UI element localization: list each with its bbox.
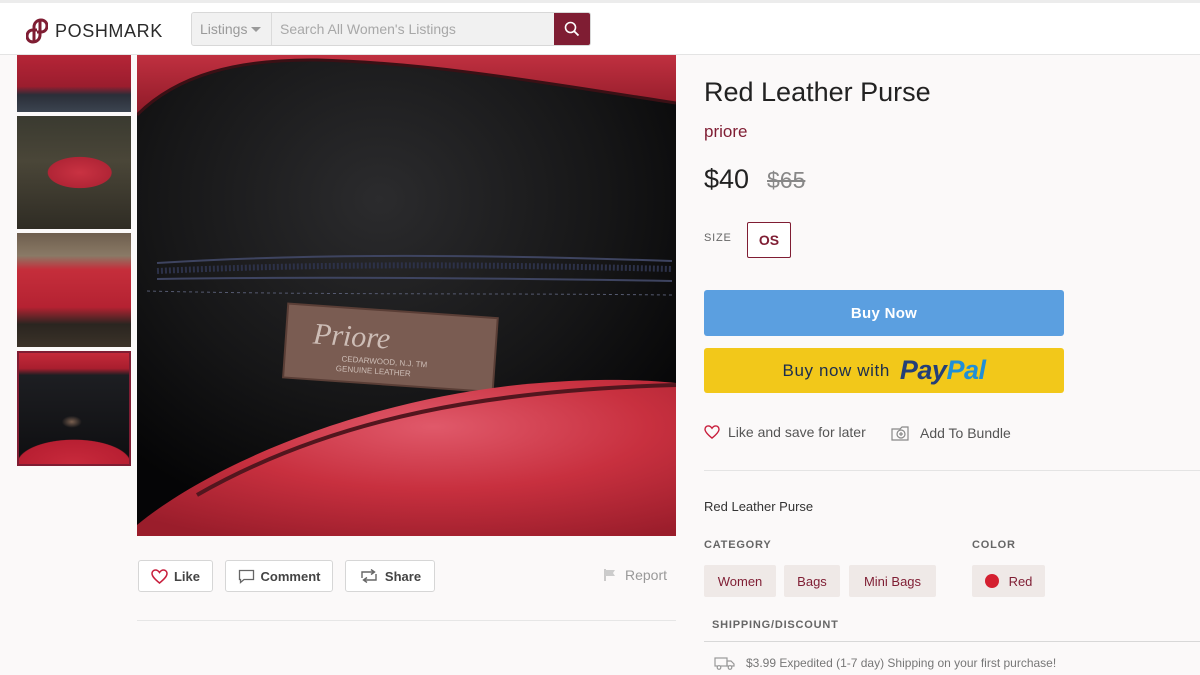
bundle-plus-icon bbox=[891, 426, 909, 441]
report-link[interactable]: Report bbox=[603, 567, 667, 583]
share-label: Share bbox=[384, 568, 422, 584]
heart-icon bbox=[704, 425, 720, 439]
heart-icon bbox=[151, 568, 168, 584]
buy-now-button[interactable]: Buy Now bbox=[704, 290, 1064, 336]
brand-link[interactable]: priore bbox=[704, 122, 747, 142]
like-label: Like bbox=[173, 568, 200, 584]
purse-interior-image: Priore CEDARWOOD, N.J. TM GENUINE LEATHE… bbox=[137, 55, 676, 536]
thumbnail-4-selected[interactable] bbox=[17, 351, 131, 466]
bundle-label: Add To Bundle bbox=[920, 425, 1011, 441]
shipping-offer: $3.99 Expedited (1-7 day) Shipping on yo… bbox=[714, 656, 1056, 670]
search-button[interactable] bbox=[554, 13, 590, 45]
paypal-prefix-label: Buy now with bbox=[782, 360, 890, 380]
color-value: Red bbox=[1008, 573, 1033, 589]
shipping-divider bbox=[704, 641, 1200, 642]
truck-icon bbox=[714, 657, 735, 670]
poshmark-logo[interactable]: POSHMARK bbox=[26, 17, 163, 45]
comment-button[interactable]: Comment bbox=[225, 560, 333, 592]
size-option-os[interactable]: OS bbox=[747, 222, 791, 258]
search-icon bbox=[564, 21, 580, 37]
top-header: POSHMARK Listings bbox=[0, 0, 1200, 55]
comment-label: Comment bbox=[260, 568, 321, 584]
share-button[interactable]: Share bbox=[345, 560, 435, 592]
thumbnail-1[interactable] bbox=[17, 55, 131, 112]
left-divider bbox=[137, 620, 676, 621]
shipping-discount-label: SHIPPING/DISCOUNT bbox=[712, 619, 839, 631]
category-chip-bags[interactable]: Bags bbox=[784, 565, 840, 597]
add-to-bundle-link[interactable]: Add To Bundle bbox=[890, 424, 1011, 442]
size-label: SIZE bbox=[704, 232, 732, 244]
thumbnail-3[interactable] bbox=[17, 233, 131, 347]
search-scope-dropdown[interactable]: Listings bbox=[192, 13, 272, 45]
flag-icon bbox=[604, 569, 615, 581]
like-save-label: Like and save for later bbox=[728, 424, 866, 440]
details-divider bbox=[704, 470, 1200, 471]
svg-text:Priore: Priore bbox=[311, 317, 391, 355]
paypal-buy-button[interactable]: Buy now with PayPal bbox=[704, 348, 1064, 393]
color-chip-red[interactable]: Red bbox=[972, 565, 1045, 597]
category-chip-mini-bags[interactable]: Mini Bags bbox=[849, 565, 936, 597]
search-bar: Listings bbox=[191, 12, 591, 46]
thumbnail-2[interactable] bbox=[17, 116, 131, 229]
category-chip-women[interactable]: Women bbox=[704, 565, 776, 597]
share-icon bbox=[361, 569, 377, 583]
main-product-photo[interactable]: Priore CEDARWOOD, N.J. TM GENUINE LEATHE… bbox=[137, 55, 676, 536]
category-label: CATEGORY bbox=[704, 539, 772, 551]
color-label: COLOR bbox=[972, 539, 1016, 551]
current-price: $40 bbox=[704, 164, 750, 194]
caret-down-icon bbox=[251, 26, 262, 32]
listing-title: Red Leather Purse bbox=[704, 77, 931, 107]
search-scope-label: Listings bbox=[200, 21, 248, 37]
like-save-later-link[interactable]: Like and save for later bbox=[704, 424, 866, 440]
logo-text: POSHMARK bbox=[55, 20, 163, 41]
original-price: $65 bbox=[767, 167, 806, 193]
shipping-text: $3.99 Expedited (1-7 day) Shipping on yo… bbox=[746, 656, 1057, 670]
color-swatch bbox=[984, 574, 999, 588]
poshmark-logo-icon bbox=[26, 18, 48, 44]
listing-description: Red Leather Purse bbox=[704, 499, 814, 514]
comment-icon bbox=[238, 569, 254, 584]
search-input[interactable] bbox=[272, 13, 554, 45]
report-label: Report bbox=[625, 567, 668, 583]
like-button[interactable]: Like bbox=[138, 560, 213, 592]
paypal-logo: PayPal bbox=[899, 355, 986, 385]
